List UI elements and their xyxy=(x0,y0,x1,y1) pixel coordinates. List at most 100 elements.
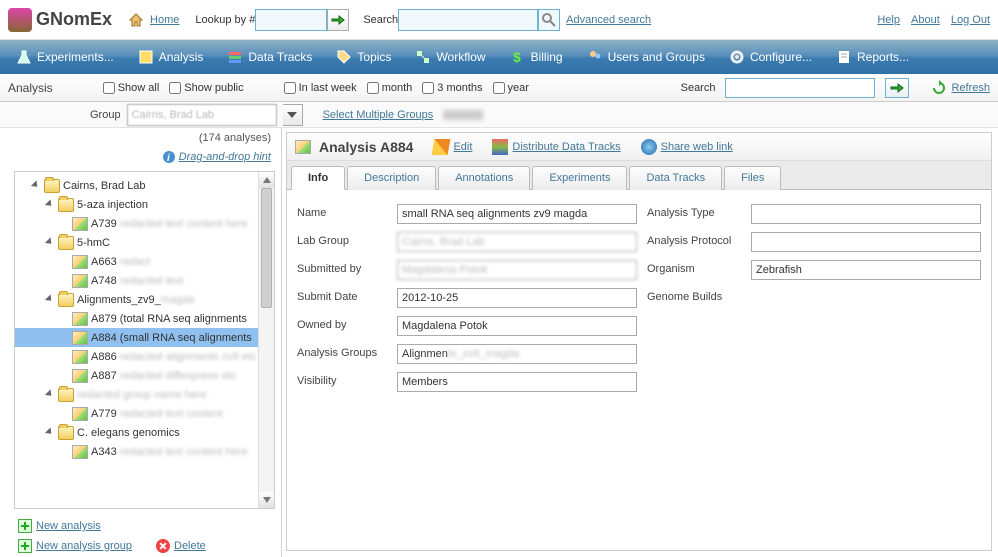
magnifier-icon xyxy=(541,12,557,28)
home-link[interactable]: Home xyxy=(150,14,179,26)
chevron-down-icon xyxy=(287,112,297,118)
tab-experiments[interactable]: Experiments xyxy=(532,166,627,190)
tag-icon xyxy=(336,49,352,65)
search-label: Search xyxy=(363,14,398,26)
tree-folder[interactable]: C. elegans genomics xyxy=(15,423,274,442)
tree-folder[interactable]: redacted group name here xyxy=(15,385,274,404)
app-logo: GNomEx xyxy=(8,8,112,32)
group-combo[interactable]: Cairns, Brad Lab xyxy=(127,104,277,126)
group-dropdown-button[interactable] xyxy=(283,104,303,126)
tree-item[interactable]: A779 redacted text content xyxy=(15,404,274,423)
organism-field[interactable]: Zebrafish xyxy=(751,260,981,280)
search-go-button[interactable] xyxy=(538,9,560,31)
tree-root[interactable]: Cairns, Brad Lab xyxy=(15,176,274,195)
groups-field[interactable]: Alignments_zv9_magda xyxy=(397,344,637,364)
tree-item[interactable]: A343 redacted text content here xyxy=(15,442,274,461)
nav-workflow[interactable]: Workflow xyxy=(405,45,495,69)
browse-search-label: Search xyxy=(681,82,716,94)
scroll-up-button[interactable] xyxy=(259,172,274,188)
tree-item[interactable]: A886 redacted alignments zv9 etc xyxy=(15,347,274,366)
top-right-links: Help About Log Out xyxy=(869,14,990,26)
advanced-search-link[interactable]: Advanced search xyxy=(566,14,651,26)
share-link[interactable]: Share web link xyxy=(641,139,733,155)
type-label: Analysis Type xyxy=(647,204,747,224)
tree-folder[interactable]: 5-hmC xyxy=(15,233,274,252)
info-icon: i xyxy=(162,150,176,164)
analysis-tree[interactable]: Cairns, Brad Lab 5-aza injection A739 re… xyxy=(15,172,274,465)
analysis-count: (174 analyses) xyxy=(0,128,281,148)
analysis-icon xyxy=(72,407,88,421)
nav-billing[interactable]: $Billing xyxy=(500,45,573,69)
folder-icon xyxy=(58,426,74,440)
nav-configure[interactable]: Configure... xyxy=(719,45,822,69)
plus-icon xyxy=(18,539,32,553)
submitdate-field[interactable]: 2012-10-25 xyxy=(397,288,637,308)
browse-search-go-button[interactable] xyxy=(885,78,909,98)
tree-item[interactable]: A879 (total RNA seq alignments xyxy=(15,309,274,328)
new-analysis-link[interactable]: New analysis xyxy=(18,519,273,533)
submittedby-label: Submitted by xyxy=(297,260,393,280)
logout-link[interactable]: Log Out xyxy=(951,14,990,26)
tree-item[interactable]: A739 redacted text content here xyxy=(15,214,274,233)
select-multiple-groups-link[interactable]: Select Multiple Groups xyxy=(323,109,434,121)
type-field[interactable] xyxy=(751,204,981,224)
labgroup-field[interactable]: Cairns, Brad Lab xyxy=(397,232,637,252)
browse-search-input[interactable] xyxy=(725,78,875,98)
tree-folder[interactable]: 5-aza injection xyxy=(15,195,274,214)
nav-topics[interactable]: Topics xyxy=(326,45,401,69)
about-link[interactable]: About xyxy=(911,14,940,26)
ownedby-field[interactable]: Magdalena Potok xyxy=(397,316,637,336)
tab-annotations[interactable]: Annotations xyxy=(438,166,530,190)
nav-datatracks[interactable]: Data Tracks xyxy=(217,45,322,69)
tab-files[interactable]: Files xyxy=(724,166,781,190)
tree-folder[interactable]: Alignments_zv9_magda xyxy=(15,290,274,309)
globe-icon xyxy=(641,139,657,155)
show-all-checkbox[interactable]: Show all xyxy=(103,82,160,94)
edit-link[interactable]: Edit xyxy=(433,139,472,155)
nav-reports[interactable]: Reports... xyxy=(826,45,919,69)
scroll-thumb[interactable] xyxy=(261,188,272,308)
month-checkbox[interactable]: month xyxy=(367,82,413,94)
nav-experiments[interactable]: Experiments... xyxy=(6,45,124,69)
year-checkbox[interactable]: year xyxy=(493,82,529,94)
delete-link[interactable]: Delete xyxy=(156,539,206,553)
top-bar: GNomEx Home Lookup by # Search Advanced … xyxy=(0,0,998,40)
analysis-icon xyxy=(72,255,88,269)
dollar-icon: $ xyxy=(510,49,526,65)
refresh-link[interactable]: Refresh xyxy=(931,80,990,96)
tab-info[interactable]: Info xyxy=(291,166,345,190)
folder-icon xyxy=(58,198,74,212)
lookup-label: Lookup by # xyxy=(195,14,255,26)
new-analysis-group-link[interactable]: New analysis group xyxy=(18,539,132,553)
builds-label: Genome Builds xyxy=(647,288,747,303)
show-public-checkbox[interactable]: Show public xyxy=(169,82,243,94)
submittedby-field[interactable]: Magdalena Potok xyxy=(397,260,637,280)
drag-drop-hint-link[interactable]: i Drag-and-drop hint xyxy=(162,150,271,164)
nav-analysis[interactable]: Analysis xyxy=(128,45,214,69)
tree-item-selected[interactable]: A884 (small RNA seq alignments xyxy=(15,328,274,347)
tree-item[interactable]: A748 redacted text xyxy=(15,271,274,290)
lookup-go-button[interactable] xyxy=(327,9,349,31)
help-link[interactable]: Help xyxy=(877,14,900,26)
last-week-checkbox[interactable]: In last week xyxy=(284,82,357,94)
scroll-down-button[interactable] xyxy=(259,492,274,508)
pencil-icon xyxy=(432,139,451,155)
tab-description[interactable]: Description xyxy=(347,166,436,190)
three-months-checkbox[interactable]: 3 months xyxy=(422,82,482,94)
analysis-icon xyxy=(72,350,88,364)
tab-datatracks[interactable]: Data Tracks xyxy=(629,166,722,190)
tree-item[interactable]: A663 redact xyxy=(15,252,274,271)
name-field[interactable]: small RNA seq alignments zv9 magda xyxy=(397,204,637,224)
lookup-input[interactable] xyxy=(255,9,327,31)
flask-icon xyxy=(16,49,32,65)
distribute-tracks-link[interactable]: Distribute Data Tracks xyxy=(492,139,620,155)
main-nav: Experiments... Analysis Data Tracks Topi… xyxy=(0,40,998,74)
tree-item[interactable]: A887 redacted diffexpress etc xyxy=(15,366,274,385)
visibility-field[interactable]: Members xyxy=(397,372,637,392)
nav-users[interactable]: Users and Groups xyxy=(577,45,715,69)
main-area: (174 analyses) i Drag-and-drop hint Cair… xyxy=(0,128,998,557)
refresh-icon xyxy=(931,80,947,96)
protocol-field[interactable] xyxy=(751,232,981,252)
search-input[interactable] xyxy=(398,9,538,31)
tree-scrollbar[interactable] xyxy=(258,172,274,508)
